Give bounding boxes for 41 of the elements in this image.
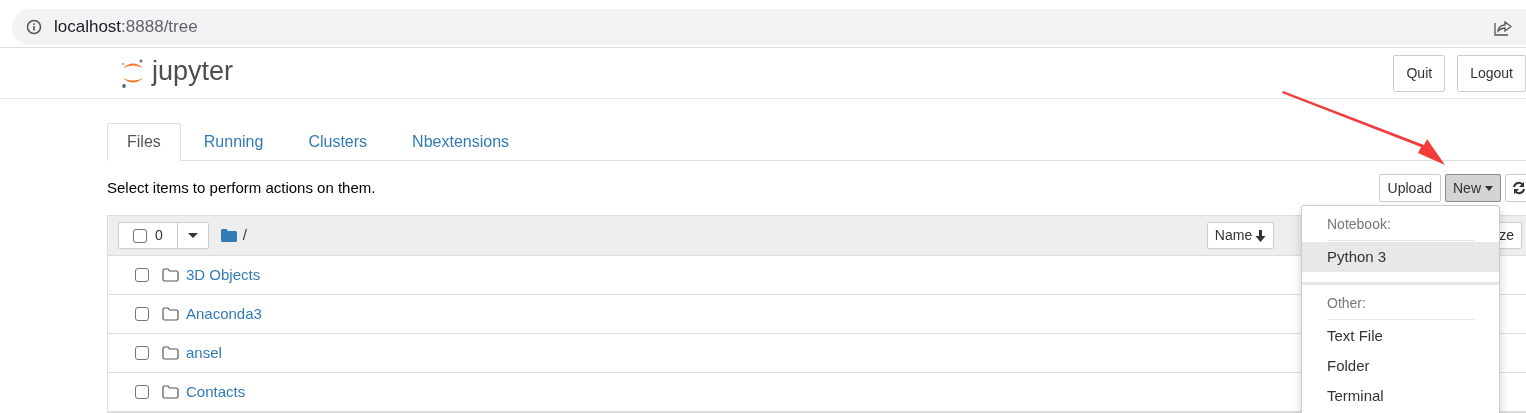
tab[interactable]: Files <box>107 123 181 161</box>
tab[interactable]: Clusters <box>289 123 387 161</box>
folder-link[interactable]: 3D Objects <box>186 263 261 287</box>
url-text: localhost:8888/tree <box>54 15 198 38</box>
tab[interactable]: Nbextensions <box>393 123 529 161</box>
tab[interactable]: Running <box>184 123 283 161</box>
folder-link[interactable]: ansel <box>186 341 222 365</box>
caret-icon[interactable] <box>187 233 198 238</box>
select-all-control[interactable]: 0 <box>118 222 209 249</box>
menu-item[interactable]: Terminal <box>1302 381 1499 411</box>
selected-count: 0 <box>155 226 163 245</box>
info-icon <box>26 18 42 35</box>
sort-name-button[interactable]: Name <box>1206 222 1275 249</box>
menu-item[interactable]: Folder <box>1302 351 1499 381</box>
upload-button[interactable]: Upload <box>1378 174 1441 202</box>
folder-icon[interactable] <box>220 229 237 242</box>
folder-icon <box>162 268 179 282</box>
menu-heading: Notebook: <box>1327 216 1391 232</box>
checkbox[interactable] <box>135 346 149 360</box>
address-bar[interactable]: localhost:8888/tree <box>12 8 1526 45</box>
folder-link[interactable]: Contacts <box>186 380 246 404</box>
checkbox[interactable] <box>135 307 149 321</box>
folder-icon <box>162 307 179 321</box>
logo-text: jupyter <box>152 57 234 88</box>
path-link[interactable]: / <box>242 224 247 247</box>
menu-item[interactable]: Python 3 <box>1302 242 1499 272</box>
new-button[interactable]: New <box>1445 174 1501 202</box>
refresh-icon <box>1512 181 1526 195</box>
folder-icon <box>162 346 179 360</box>
folder-link[interactable]: Anaconda3 <box>186 302 262 326</box>
menu-heading: Other: <box>1327 295 1366 311</box>
checkbox[interactable] <box>135 385 149 399</box>
caret-icon <box>1485 185 1493 191</box>
arrow-down-icon <box>1255 229 1267 242</box>
header-button[interactable]: Logout <box>1457 54 1526 92</box>
hint-text: Select items to perform actions on them. <box>107 177 376 198</box>
checkbox[interactable] <box>135 268 149 282</box>
header-button[interactable]: Quit <box>1393 54 1446 92</box>
checkbox[interactable] <box>133 228 147 243</box>
menu-item[interactable]: Text File <box>1302 321 1499 351</box>
folder-icon <box>162 385 179 399</box>
